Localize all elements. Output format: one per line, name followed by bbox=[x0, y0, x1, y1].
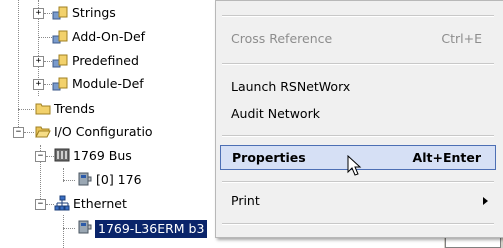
tree-guide-line bbox=[63, 228, 75, 229]
tree-guide-line bbox=[38, 37, 52, 38]
tree-item-io-configuration[interactable]: I/O Configuratio bbox=[54, 120, 153, 142]
tree-item-strings[interactable]: Strings bbox=[72, 1, 116, 23]
tree-item-1769-bus[interactable]: 1769 Bus bbox=[73, 144, 132, 166]
module-icon bbox=[76, 219, 92, 235]
data-types-icon bbox=[52, 75, 68, 91]
data-types-icon bbox=[52, 52, 68, 68]
collapse-minus-icon[interactable]: − bbox=[35, 199, 46, 210]
expand-plus-icon[interactable]: + bbox=[33, 56, 44, 67]
tree-item-controller-selected[interactable]: 1769-L36ERM b3 bbox=[95, 218, 208, 238]
tree-item-ethernet[interactable]: Ethernet bbox=[73, 192, 127, 214]
menu-separator bbox=[222, 15, 494, 17]
mouse-cursor-icon bbox=[347, 154, 363, 179]
menu-item-cross-reference[interactable]: Cross Reference Ctrl+E bbox=[220, 27, 496, 51]
menu-item-audit-network[interactable]: Audit Network bbox=[220, 102, 496, 126]
tree-guide-line bbox=[63, 215, 64, 248]
open-folder-icon bbox=[35, 123, 51, 139]
network-icon bbox=[54, 195, 70, 211]
menu-item-print[interactable]: Print bbox=[220, 189, 496, 213]
expand-plus-icon[interactable]: + bbox=[33, 79, 44, 90]
tree-guide-line bbox=[46, 156, 54, 157]
chassis-icon bbox=[54, 147, 70, 163]
data-types-icon bbox=[52, 4, 68, 20]
tree-item-predefined[interactable]: Predefined bbox=[72, 49, 139, 71]
tree-guide-line bbox=[44, 13, 52, 14]
folder-icon bbox=[35, 100, 51, 116]
tree-item-module-defined[interactable]: Module-Def bbox=[72, 72, 144, 94]
collapse-minus-icon[interactable]: − bbox=[13, 127, 24, 138]
tree-guide-line bbox=[44, 84, 52, 85]
context-menu: Cross Reference Ctrl+E Launch RSNetWorx … bbox=[215, 0, 503, 238]
data-types-icon bbox=[52, 28, 68, 44]
menu-item-launch-rsnetworx[interactable]: Launch RSNetWorx bbox=[220, 75, 496, 99]
collapse-minus-icon[interactable]: − bbox=[35, 151, 46, 162]
module-icon bbox=[76, 171, 92, 187]
menu-separator bbox=[222, 181, 494, 183]
tree-item-trends[interactable]: Trends bbox=[54, 97, 95, 119]
menu-separator bbox=[222, 63, 494, 65]
tree-guide-line bbox=[18, 109, 34, 110]
tree-guide-line bbox=[18, 0, 19, 133]
menu-separator bbox=[222, 135, 494, 137]
tree-guide-line bbox=[46, 204, 54, 205]
tree-guide-line bbox=[63, 180, 75, 181]
tree-item-add-on-defined[interactable]: Add-On-Def bbox=[72, 25, 145, 47]
controller-organizer-tree[interactable]: + Strings Add-On-Def + Predefined + Modu… bbox=[0, 0, 225, 248]
expand-plus-icon[interactable]: + bbox=[33, 8, 44, 19]
tree-guide-line bbox=[44, 61, 52, 62]
tree-guide-line bbox=[24, 132, 34, 133]
menu-separator bbox=[222, 223, 494, 225]
tree-item-bus-module[interactable]: [0] 176 bbox=[96, 168, 142, 190]
submenu-arrow-icon bbox=[483, 197, 488, 205]
